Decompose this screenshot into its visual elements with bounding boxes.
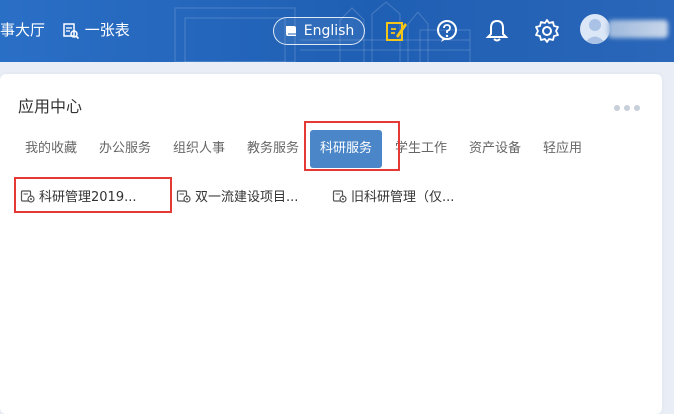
tab-office-services[interactable]: 办公服务: [99, 130, 151, 168]
tab-student-affairs[interactable]: 学生工作: [395, 130, 447, 168]
tab-light-apps[interactable]: 轻应用: [543, 130, 582, 168]
service-hall-label: 事大厅: [0, 21, 46, 39]
dot: [634, 105, 640, 111]
book-icon: [285, 26, 296, 36]
one-form-link[interactable]: 一张表: [62, 20, 130, 40]
language-label: English: [303, 23, 355, 39]
top-navigation-bar: 事大厅 一张表 English: [0, 0, 674, 62]
language-button[interactable]: English: [273, 17, 365, 45]
app-icon: [176, 189, 191, 203]
more-options-button[interactable]: [614, 96, 644, 115]
app-highlight-box: [14, 177, 172, 213]
bell-icon[interactable]: [484, 18, 510, 44]
panel-title: 应用中心: [18, 97, 83, 116]
app-center-panel: 应用中心 我的收藏 办公服务 组织人事 教务服务 科研服务 学生工作 资产设备 …: [0, 74, 662, 414]
app-legacy-research-management[interactable]: 旧科研管理（仅...: [332, 180, 454, 210]
avatar-icon: [584, 19, 606, 44]
username-obscured[interactable]: [608, 20, 668, 38]
edit-icon[interactable]: [383, 18, 409, 44]
one-form-label: 一张表: [84, 21, 130, 39]
tab-favorites[interactable]: 我的收藏: [25, 130, 77, 168]
tab-highlight-box: [304, 121, 400, 171]
app-icon: [332, 189, 347, 203]
form-icon: [63, 22, 80, 39]
dot: [614, 105, 620, 111]
dot: [624, 105, 630, 111]
avatar[interactable]: [580, 14, 610, 44]
help-icon[interactable]: [434, 18, 460, 44]
gear-icon[interactable]: [534, 18, 560, 44]
app-double-first-class-projects[interactable]: 双一流建设项目...: [176, 180, 298, 210]
tab-personnel[interactable]: 组织人事: [173, 130, 225, 168]
tab-assets-equipment[interactable]: 资产设备: [469, 130, 521, 168]
app-label: 双一流建设项目...: [195, 189, 299, 205]
service-hall-link[interactable]: 事大厅: [0, 20, 45, 40]
app-label: 旧科研管理（仅...: [351, 189, 455, 205]
tab-academic-affairs[interactable]: 教务服务: [247, 130, 299, 168]
